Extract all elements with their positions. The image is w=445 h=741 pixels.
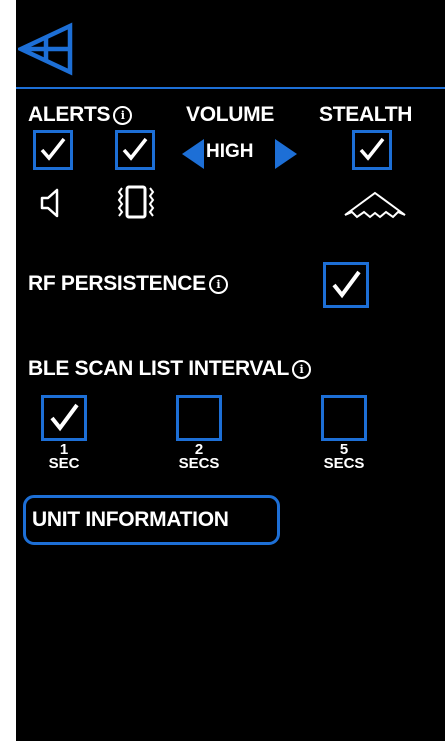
volume-decrease-button[interactable] <box>182 139 204 169</box>
checkmark-icon <box>40 137 66 161</box>
checkmark-icon <box>50 403 79 432</box>
vibrate-phone-icon <box>116 184 158 220</box>
back-arrow-icon <box>16 22 73 76</box>
alerts-vibrate-checkbox[interactable] <box>115 130 155 170</box>
rf-persistence-label: RF PERSISTENCE i <box>28 272 228 296</box>
ble-interval-1sec-checkbox[interactable] <box>41 395 87 441</box>
rf-persistence-info-icon[interactable]: i <box>208 275 228 294</box>
ble-interval-2secs-unit: SECS <box>178 455 220 472</box>
ble-interval-1sec-label: 1 SEC <box>41 442 87 472</box>
ble-interval-1sec-unit: SEC <box>48 455 80 472</box>
volume-increase-button[interactable] <box>275 139 297 169</box>
back-button[interactable] <box>16 22 74 78</box>
checkmark-icon <box>332 270 361 299</box>
ble-interval-5secs-unit: SECS <box>323 455 365 472</box>
alerts-label-text: ALERTS <box>28 103 111 126</box>
stealth-label: STEALTH <box>319 103 413 126</box>
checkmark-icon <box>359 137 385 161</box>
unit-information-button[interactable]: UNIT INFORMATION <box>23 495 280 545</box>
rf-persistence-checkbox[interactable] <box>323 262 369 308</box>
checkmark-icon <box>122 137 148 161</box>
right-triangle-icon <box>275 139 297 169</box>
ble-scan-interval-label: BLE SCAN LIST INTERVAL i <box>28 357 311 381</box>
alerts-label: ALERTS i <box>28 103 133 127</box>
left-triangle-icon <box>182 139 204 169</box>
rf-persistence-label-text: RF PERSISTENCE <box>28 272 206 295</box>
ble-interval-5secs-checkbox[interactable] <box>321 395 367 441</box>
stealth-checkbox[interactable] <box>352 130 392 170</box>
volume-value: HIGH <box>206 141 254 162</box>
volume-label: VOLUME <box>186 103 275 126</box>
ble-scan-interval-label-text: BLE SCAN LIST INTERVAL <box>28 357 289 380</box>
stealth-aircraft-icon <box>342 190 408 220</box>
header-divider <box>16 87 445 89</box>
alerts-sound-checkbox[interactable] <box>33 130 73 170</box>
ble-interval-2secs-checkbox[interactable] <box>176 395 222 441</box>
alerts-info-icon[interactable]: i <box>113 106 133 125</box>
ble-scan-info-icon[interactable]: i <box>291 360 311 379</box>
ble-interval-2secs-label: 2 SECS <box>171 442 227 472</box>
ble-interval-5secs-label: 5 SECS <box>316 442 372 472</box>
settings-screen: ALERTS i VOLUME STEALTH HIGH RF PERSISTE… <box>16 0 445 741</box>
speaker-icon <box>39 187 63 219</box>
